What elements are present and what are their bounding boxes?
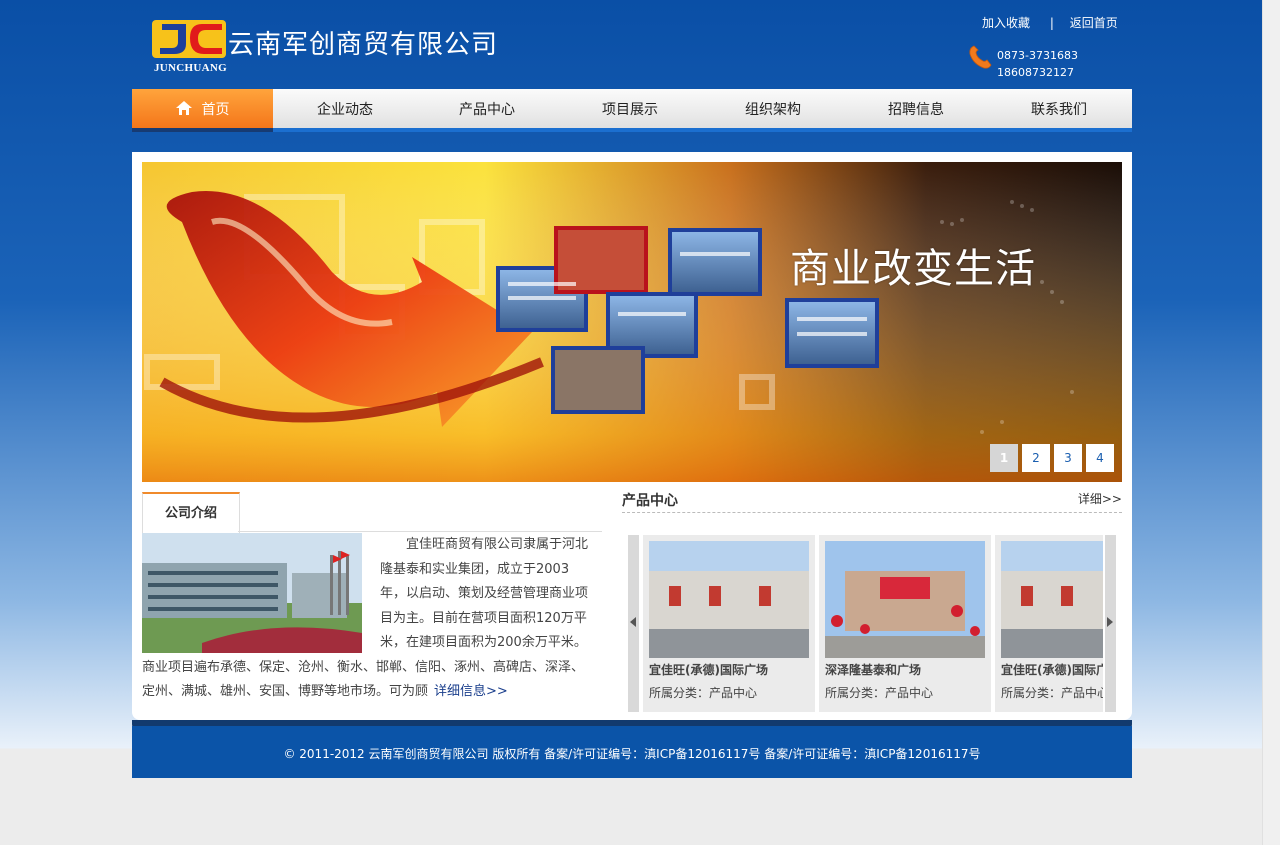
- arrow-right-icon: [1107, 617, 1113, 627]
- contact-phones: 0873-3731683 18608732127: [968, 44, 1098, 84]
- product-category: 所属分类：产品中心: [825, 686, 934, 700]
- product-image: [825, 541, 985, 658]
- home-icon: [175, 101, 192, 115]
- phone-numbers: 0873-3731683 18608732127: [997, 47, 1078, 81]
- carousel-next-button[interactable]: [1105, 535, 1116, 712]
- arrow-left-icon: [630, 617, 636, 627]
- product-card[interactable]: 宜佳旺(承德)国际广场 所属分类：产品中心: [995, 535, 1103, 712]
- intro-divider: [238, 531, 602, 532]
- add-bookmark-link[interactable]: 加入收藏: [982, 16, 1030, 30]
- nav-item-jobs[interactable]: 招聘信息: [845, 89, 987, 128]
- nav-item-projects[interactable]: 项目展示: [559, 89, 701, 128]
- phone-icon: [969, 45, 992, 69]
- window-scrollbar[interactable]: [1262, 0, 1280, 845]
- nav-item-contact[interactable]: 联系我们: [988, 89, 1130, 128]
- banner-pager: 1234: [990, 444, 1114, 472]
- banner-page-2[interactable]: 2: [1022, 444, 1050, 472]
- footer: © 2011-2012 云南军创商贸有限公司 版权所有 备案/许可证编号：滇IC…: [132, 726, 1132, 778]
- nav-item-products[interactable]: 产品中心: [416, 89, 558, 128]
- product-category: 所属分类：产品中心: [1001, 686, 1103, 700]
- products-more-link[interactable]: 详细>>: [1078, 490, 1122, 507]
- products-carousel: 宜佳旺(承德)国际广场 所属分类：产品中心 深泽隆基泰和广场 所属分类：产品中心…: [628, 535, 1116, 713]
- logo-english-text: JUNCHUANG: [154, 62, 227, 74]
- product-image: [649, 541, 809, 658]
- nav-item-organization[interactable]: 组织架构: [702, 89, 844, 128]
- products-track: 宜佳旺(承德)国际广场 所属分类：产品中心 深泽隆基泰和广场 所属分类：产品中心…: [643, 535, 1103, 712]
- product-card[interactable]: 深泽隆基泰和广场 所属分类：产品中心: [819, 535, 991, 712]
- banner-image: [142, 162, 1122, 482]
- banner-page-3[interactable]: 3: [1054, 444, 1082, 472]
- nav-item-label: 首页: [201, 102, 230, 118]
- logo-mark-icon: [152, 20, 226, 58]
- company-logo[interactable]: JUNCHUANG 云南军创商贸有限公司: [152, 18, 532, 78]
- company-intro: 宜佳旺商贸有限公司隶属于河北隆基泰和实业集团，成立于2003年，以启动、策划及经…: [142, 533, 590, 705]
- product-name: 宜佳旺(承德)国际广场: [1001, 663, 1103, 677]
- banner-slogan: 商业改变生活: [790, 246, 1036, 292]
- banner-page-4[interactable]: 4: [1086, 444, 1114, 472]
- top-links: 加入收藏 | 返回首页: [982, 14, 1118, 31]
- banner-slideshow[interactable]: 商业改变生活 1234: [142, 162, 1122, 482]
- company-intro-tab[interactable]: 公司介绍: [142, 492, 240, 534]
- phone-number-1: 0873-3731683: [997, 49, 1078, 62]
- product-name: 深泽隆基泰和广场: [825, 663, 922, 677]
- footer-copyright: © 2011-2012 云南军创商贸有限公司 版权所有 备案/许可证编号：滇IC…: [283, 747, 981, 761]
- product-category: 所属分类：产品中心: [649, 686, 758, 700]
- company-building-image: [142, 533, 362, 653]
- company-name: 云南军创商贸有限公司: [228, 30, 499, 60]
- main-nav: 首页 企业动态 产品中心 项目展示 组织架构 招聘信息 联系我们: [132, 89, 1132, 132]
- back-home-link[interactable]: 返回首页: [1070, 16, 1118, 30]
- banner-page-1[interactable]: 1: [990, 444, 1018, 472]
- phone-number-2: 18608732127: [997, 66, 1074, 79]
- product-image: [1001, 541, 1103, 658]
- intro-more-link[interactable]: 详细信息>>: [434, 684, 508, 699]
- link-separator: |: [1049, 16, 1054, 30]
- main-panel: 商业改变生活 1234 公司介绍 宜佳旺商贸有限公司隶属于河北隆基泰和实业集团，…: [132, 152, 1132, 720]
- products-title: 产品中心: [622, 493, 678, 509]
- product-name: 宜佳旺(承德)国际广场: [649, 663, 768, 677]
- nav-item-home[interactable]: 首页: [132, 89, 273, 132]
- product-card[interactable]: 宜佳旺(承德)国际广场 所属分类：产品中心: [643, 535, 815, 712]
- carousel-prev-button[interactable]: [628, 535, 639, 712]
- nav-item-news[interactable]: 企业动态: [274, 89, 416, 128]
- products-header: 产品中心 详细>>: [622, 490, 1122, 513]
